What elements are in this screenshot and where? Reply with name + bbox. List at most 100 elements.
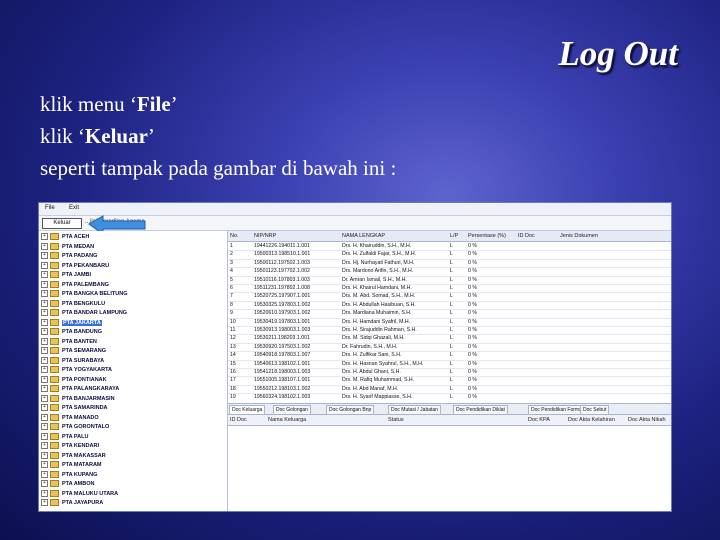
- document-tab[interactable]: Doc Pendidikan Diklat: [453, 405, 508, 414]
- tree-item[interactable]: + PTA ACEH: [41, 233, 225, 242]
- expand-icon[interactable]: +: [41, 242, 48, 250]
- document-tabs: Doc Keluarga Doc Golongan Doc Golongan Bnp…: [228, 403, 671, 415]
- expand-icon[interactable]: +: [41, 290, 48, 298]
- tree-item[interactable]: + PTA GORONTALO: [41, 423, 225, 432]
- expand-icon[interactable]: +: [41, 489, 48, 497]
- expand-icon[interactable]: +: [41, 309, 48, 317]
- tree-item[interactable]: + PTA PALU: [41, 432, 225, 442]
- tree-item[interactable]: + PTA PEKANBARU: [41, 261, 225, 271]
- tree-item[interactable]: + PTA MALUKU UTARA: [41, 489, 225, 499]
- tree-item[interactable]: + PTA BENGKULU: [41, 299, 225, 309]
- expand-icon[interactable]: +: [41, 233, 48, 241]
- tree-item[interactable]: + PTA SEMARANG: [41, 347, 225, 356]
- document-tab[interactable]: Doc Mutasi / Jabatan: [388, 405, 441, 414]
- keluar-button[interactable]: Keluar: [42, 218, 82, 229]
- expand-icon[interactable]: +: [41, 442, 48, 450]
- table-cell: Drs. M. Rafiq Muhammad, S.H.: [342, 377, 415, 384]
- tree-item[interactable]: + PTA MAKASSAR: [41, 451, 225, 461]
- expand-icon[interactable]: +: [41, 356, 48, 364]
- expand-icon[interactable]: +: [41, 318, 48, 326]
- folder-icon: [50, 299, 59, 307]
- tree-item[interactable]: + PTA SURABAYA: [41, 356, 225, 366]
- table-cell: 0 %: [468, 352, 477, 359]
- tree-item[interactable]: + PTA BANJARMASIN: [41, 394, 225, 404]
- column-header[interactable]: No.: [230, 233, 239, 239]
- expand-icon[interactable]: +: [41, 375, 48, 383]
- table-cell: 19540613.198102.1.001: [254, 360, 311, 367]
- tree-item[interactable]: + PTA BANDAR LAMPUNG: [41, 309, 225, 318]
- expand-icon[interactable]: +: [41, 432, 48, 440]
- document-tab[interactable]: Doc Sebut: [580, 405, 610, 414]
- table-cell: L: [450, 369, 453, 375]
- tree-item-label: PTA MALUKU UTARA: [62, 490, 119, 497]
- tree-item[interactable]: + PTA MEDAN: [41, 242, 225, 252]
- document-tab[interactable]: Doc Pendidikan Formal: [528, 405, 586, 414]
- column-header[interactable]: NAMA LENGKAP: [342, 233, 385, 239]
- detail-column-header[interactable]: Doc Akta Kelahiran: [568, 417, 615, 423]
- expand-icon[interactable]: +: [41, 404, 48, 412]
- tree-item[interactable]: + PTA BANDUNG: [41, 328, 225, 337]
- detail-column-header[interactable]: ID Doc: [230, 417, 247, 423]
- tree-item[interactable]: + PTA SAMARINDA: [41, 404, 225, 413]
- column-header[interactable]: Persentase (%): [468, 233, 506, 239]
- expand-icon[interactable]: +: [41, 366, 48, 374]
- expand-icon[interactable]: +: [41, 480, 48, 488]
- document-tab[interactable]: Doc Golongan Bnp: [326, 405, 375, 414]
- expand-icon[interactable]: +: [41, 337, 48, 345]
- detail-column-header[interactable]: Nama Keluarga: [268, 417, 306, 423]
- tree-item[interactable]: + PTA YOGYAKARTA: [41, 366, 225, 375]
- table-cell: 19441226.194011.1.001: [254, 243, 310, 249]
- detail-column-header[interactable]: Doc KPA: [528, 417, 550, 423]
- expand-icon[interactable]: +: [41, 385, 48, 393]
- table-cell: 1: [230, 243, 233, 249]
- expand-icon[interactable]: +: [41, 451, 48, 459]
- table-row[interactable]: 19 19560324.198102.1.003 Drs. H. Syarif Ma…: [228, 393, 671, 401]
- column-header[interactable]: NIP/NRP: [254, 233, 276, 239]
- tree-item[interactable]: + PTA MATARAM: [41, 461, 225, 470]
- column-header[interactable]: Jenis Dokumen: [560, 233, 598, 239]
- expand-icon[interactable]: +: [41, 280, 48, 288]
- expand-icon[interactable]: +: [41, 394, 48, 402]
- instruction-text: ’: [170, 92, 178, 116]
- document-tab[interactable]: Doc Golongan: [273, 405, 311, 414]
- table-cell: Drs. H. Khairul Hamdani, M.H.: [342, 285, 412, 291]
- column-header[interactable]: ID Doc: [518, 233, 535, 239]
- tree-item[interactable]: + PTA JAMBI: [41, 271, 225, 280]
- tree-item[interactable]: + PTA JAKARTA: [41, 318, 225, 328]
- tree-item[interactable]: + PTA PONTIANAK: [41, 375, 225, 385]
- expand-icon[interactable]: +: [41, 423, 48, 431]
- menu-file[interactable]: File: [45, 205, 55, 211]
- expand-icon[interactable]: +: [41, 461, 48, 469]
- expand-icon[interactable]: +: [41, 271, 48, 279]
- expand-icon[interactable]: +: [41, 252, 48, 260]
- expand-icon[interactable]: +: [41, 328, 48, 336]
- folder-icon: [50, 328, 59, 336]
- tree-item-label: PTA BANTEN: [62, 338, 97, 345]
- tree-item[interactable]: + PTA MANADO: [41, 413, 225, 423]
- tree-item[interactable]: + PTA KUPANG: [41, 470, 225, 480]
- expand-icon[interactable]: +: [41, 347, 48, 355]
- tree-item[interactable]: + PTA BANTEN: [41, 337, 225, 347]
- menu-exit[interactable]: Exit: [69, 205, 79, 211]
- detail-column-header[interactable]: Doc Akta Nikah: [628, 417, 666, 423]
- tree-item[interactable]: + PTA BANGKA BELITUNG: [41, 290, 225, 299]
- table-cell: Drs. H. Sirajuddin Rahman, S.H.: [342, 327, 417, 333]
- tree-item[interactable]: + PTA AMBON: [41, 480, 225, 489]
- document-tab[interactable]: Doc Keluarga: [229, 405, 266, 414]
- expand-icon[interactable]: +: [41, 299, 48, 307]
- tree-item[interactable]: + PTA PALEMBANG: [41, 280, 225, 290]
- tree-item[interactable]: + PTA KENDARI: [41, 442, 225, 451]
- expand-icon[interactable]: +: [41, 470, 48, 478]
- expand-icon[interactable]: +: [41, 413, 48, 421]
- tree-item[interactable]: + PTA PADANG: [41, 252, 225, 261]
- expand-icon[interactable]: +: [41, 261, 48, 269]
- tree-item[interactable]: + PTA JAYAPURA: [41, 499, 225, 508]
- detail-column-header[interactable]: Status: [388, 417, 404, 423]
- table-cell: L: [450, 276, 453, 283]
- tree-item[interactable]: + PTA PALANGKARAYA: [41, 385, 225, 394]
- court-tree: + PTA ACEH + PTA MEDAN + PTA PADANG + PTA PEKAN…: [39, 231, 228, 511]
- column-header[interactable]: L/P: [450, 233, 458, 239]
- expand-icon[interactable]: +: [41, 499, 48, 507]
- table-cell: 19511231.197802.1.008: [254, 285, 310, 291]
- folder-icon: [50, 461, 59, 469]
